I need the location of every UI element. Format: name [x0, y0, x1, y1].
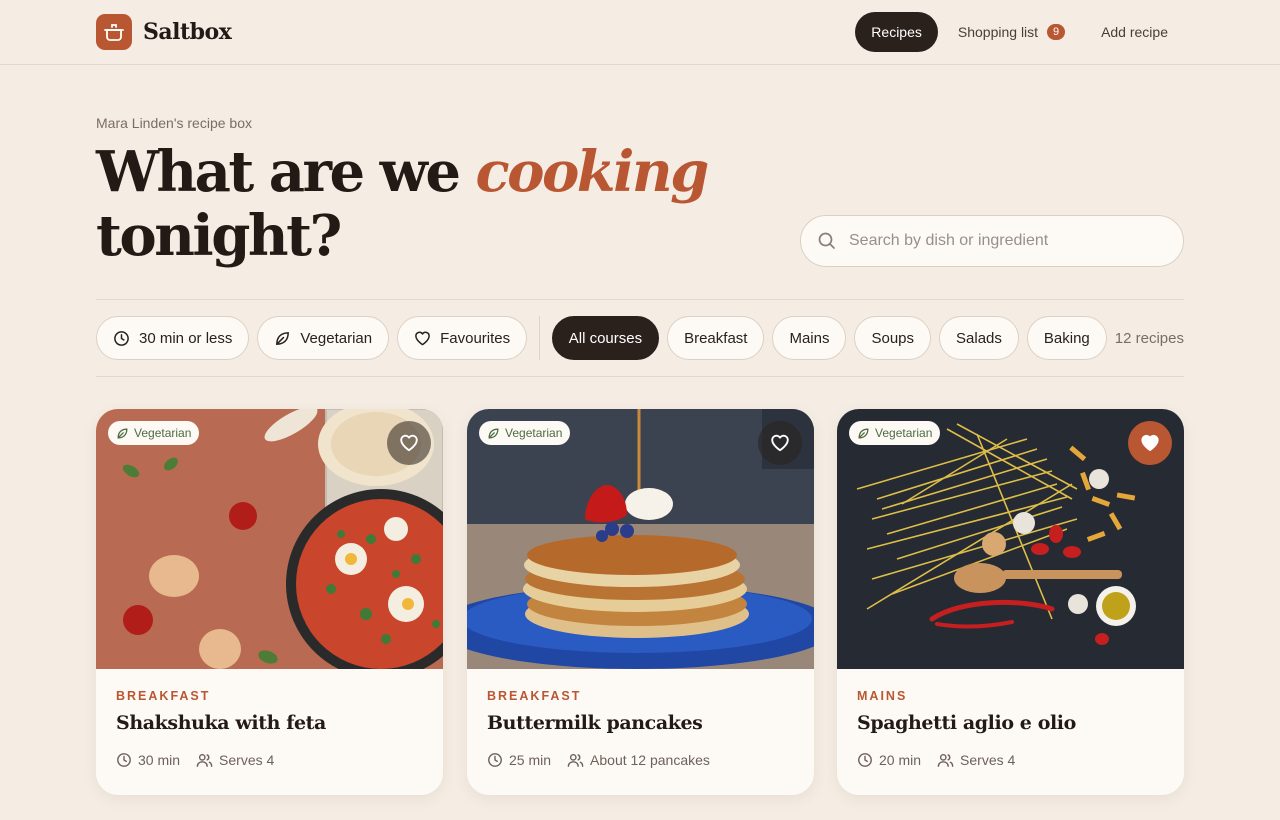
- recipe-title[interactable]: Buttermilk pancakes: [487, 712, 794, 734]
- title-accent: cooking: [475, 139, 710, 205]
- course-label: BREAKFAST: [116, 689, 211, 703]
- filter-30-min-label: 30 min or less: [139, 329, 233, 347]
- cook-time: 20 min: [857, 752, 921, 768]
- course-breakfast[interactable]: Breakfast: [667, 316, 765, 360]
- search-box: [800, 215, 1184, 267]
- servings: About 12 pancakes: [567, 752, 710, 768]
- people-icon: [567, 753, 584, 767]
- servings-value: Serves 4: [960, 752, 1016, 768]
- pot-icon: [96, 14, 132, 50]
- filter-vegetarian[interactable]: Vegetarian: [257, 316, 390, 360]
- course-mains-label: Mains: [789, 329, 830, 347]
- recipe-card[interactable]: Vegetarian BREAKFAST Buttermilk pancakes…: [467, 409, 814, 795]
- nav-recipes[interactable]: Recipes: [855, 12, 938, 52]
- servings-value: Serves 4: [219, 752, 275, 768]
- filter-bar: 30 min or less Vegetarian Favourites All…: [96, 299, 1184, 377]
- nav-recipes-label: Recipes: [871, 24, 922, 40]
- cook-time: 30 min: [116, 752, 180, 768]
- nav-add-recipe[interactable]: Add recipe: [1085, 12, 1184, 52]
- course-soups[interactable]: Soups: [854, 316, 932, 360]
- leaf-icon: [276, 331, 290, 345]
- people-icon: [937, 753, 954, 767]
- favourite-button[interactable]: [1128, 421, 1172, 465]
- top-bar: Saltbox Recipes Shopping list 9 Add reci…: [0, 0, 1280, 65]
- servings: Serves 4: [196, 752, 274, 768]
- course-label: BREAKFAST: [487, 689, 582, 703]
- search-icon: [818, 232, 835, 249]
- recipe-count: 12 recipes: [1114, 329, 1184, 347]
- nav-add-recipe-label: Add recipe: [1101, 24, 1168, 40]
- course-mains[interactable]: Mains: [772, 316, 847, 360]
- recipe-meta: 30 min Serves 4: [116, 752, 423, 768]
- leaf-icon: [117, 428, 128, 438]
- filter-favourites-label: Favourites: [440, 329, 511, 347]
- cook-time-value: 30 min: [138, 752, 181, 768]
- heart-icon: [415, 331, 430, 345]
- heart-icon: [400, 434, 418, 452]
- favourite-button[interactable]: [387, 421, 431, 465]
- clock-icon: [488, 753, 502, 767]
- vegetarian-tag-label: Vegetarian: [875, 426, 933, 440]
- page-title: What are we cooking tonight?: [96, 140, 736, 268]
- card-body: BREAKFAST Shakshuka with feta 30 min Ser…: [96, 669, 443, 768]
- recipe-title[interactable]: Shakshuka with feta: [116, 712, 423, 734]
- people-icon: [196, 753, 213, 767]
- cook-time-value: 20 min: [879, 752, 922, 768]
- search-input[interactable]: [849, 232, 1149, 250]
- card-body: MAINS Spaghetti aglio e olio 20 min Serv…: [837, 669, 1184, 768]
- course-baking-label: Baking: [1043, 329, 1090, 347]
- recipe-card[interactable]: Vegetarian BREAKFAST Shakshuka with feta…: [96, 409, 443, 795]
- cook-time-value: 25 min: [509, 752, 552, 768]
- course-baking[interactable]: Baking: [1026, 316, 1107, 360]
- recipe-meta: 20 min Serves 4: [857, 752, 1164, 768]
- title-part-1: What are we: [96, 139, 476, 205]
- recipe-photo-shakshuka: Vegetarian: [96, 409, 443, 669]
- recipe-box-owner: Mara Linden's recipe box: [96, 115, 252, 131]
- clock-icon: [114, 330, 129, 346]
- course-salads[interactable]: Salads: [939, 316, 1019, 360]
- leaf-icon: [488, 428, 499, 438]
- clock-icon: [858, 753, 872, 767]
- favourite-button[interactable]: [758, 421, 802, 465]
- leaf-icon: [858, 428, 869, 438]
- servings: Serves 4: [937, 752, 1015, 768]
- vegetarian-tag: Vegetarian: [108, 421, 200, 445]
- vegetarian-tag-label: Vegetarian: [505, 426, 563, 440]
- course-all[interactable]: All courses: [551, 316, 660, 360]
- nav-shopping-list[interactable]: Shopping list 9: [942, 12, 1081, 52]
- clock-icon: [117, 753, 131, 767]
- filter-divider: [539, 316, 540, 360]
- servings-value: About 12 pancakes: [590, 752, 710, 768]
- card-body: BREAKFAST Buttermilk pancakes 25 min Abo…: [467, 669, 814, 768]
- vegetarian-tag-label: Vegetarian: [134, 426, 192, 440]
- recipe-title[interactable]: Spaghetti aglio e olio: [857, 712, 1164, 734]
- shopping-list-count-badge: 9: [1047, 24, 1066, 40]
- recipe-meta: 25 min About 12 pancakes: [487, 752, 794, 768]
- course-salads-label: Salads: [956, 329, 1002, 347]
- vegetarian-tag: Vegetarian: [849, 421, 941, 445]
- main-nav: Recipes Shopping list 9 Add recipe: [851, 12, 1184, 52]
- course-label: MAINS: [857, 689, 908, 703]
- brand[interactable]: Saltbox: [96, 14, 232, 50]
- recipe-card[interactable]: Vegetarian MAINS Spaghetti aglio e olio …: [837, 409, 1184, 795]
- nav-shopping-list-label: Shopping list: [957, 24, 1039, 40]
- recipe-photo-pancakes: Vegetarian: [467, 409, 814, 669]
- vegetarian-tag: Vegetarian: [479, 421, 571, 445]
- filter-vegetarian-label: Vegetarian: [300, 329, 373, 347]
- brand-name: Saltbox: [143, 19, 232, 45]
- course-soups-label: Soups: [871, 329, 915, 347]
- course-all-label: All courses: [568, 329, 643, 347]
- cook-time: 25 min: [487, 752, 551, 768]
- filter-favourites[interactable]: Favourites: [397, 316, 528, 360]
- heart-icon: [771, 434, 789, 452]
- title-part-2: tonight?: [96, 203, 342, 269]
- heart-filled-icon: [1141, 434, 1159, 452]
- filter-30-min[interactable]: 30 min or less: [96, 316, 250, 360]
- course-breakfast-label: Breakfast: [684, 329, 748, 347]
- recipe-photo-spaghetti: Vegetarian: [837, 409, 1184, 669]
